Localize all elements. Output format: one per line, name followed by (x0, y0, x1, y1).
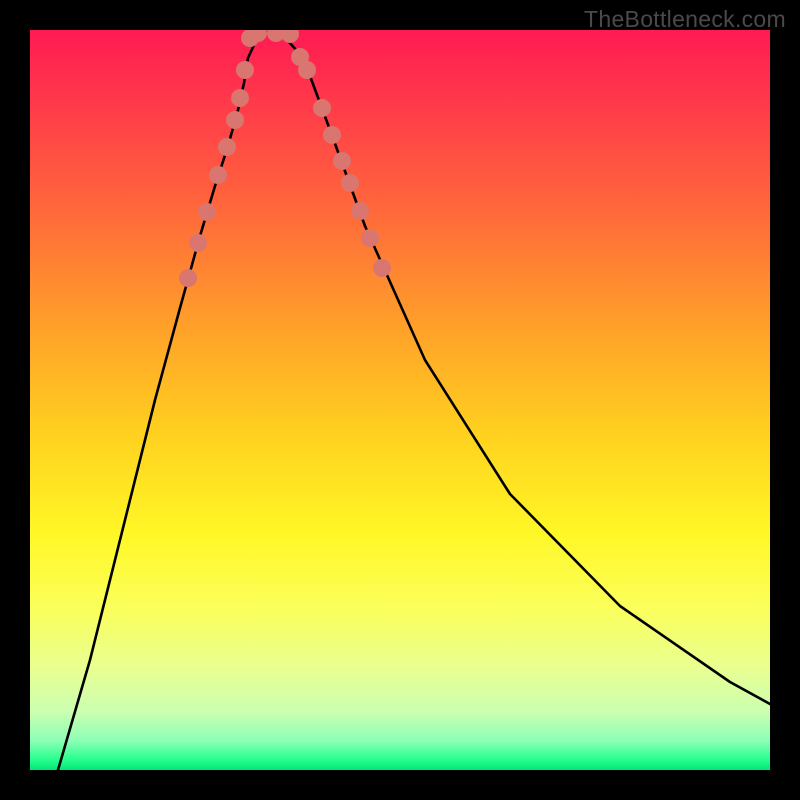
chart-frame: TheBottleneck.com (0, 0, 800, 800)
data-dots (179, 30, 391, 287)
bottleneck-curve (58, 32, 770, 770)
watermark-text: TheBottleneck.com (584, 6, 786, 33)
chart-svg (30, 30, 770, 770)
plot-area (30, 30, 770, 770)
